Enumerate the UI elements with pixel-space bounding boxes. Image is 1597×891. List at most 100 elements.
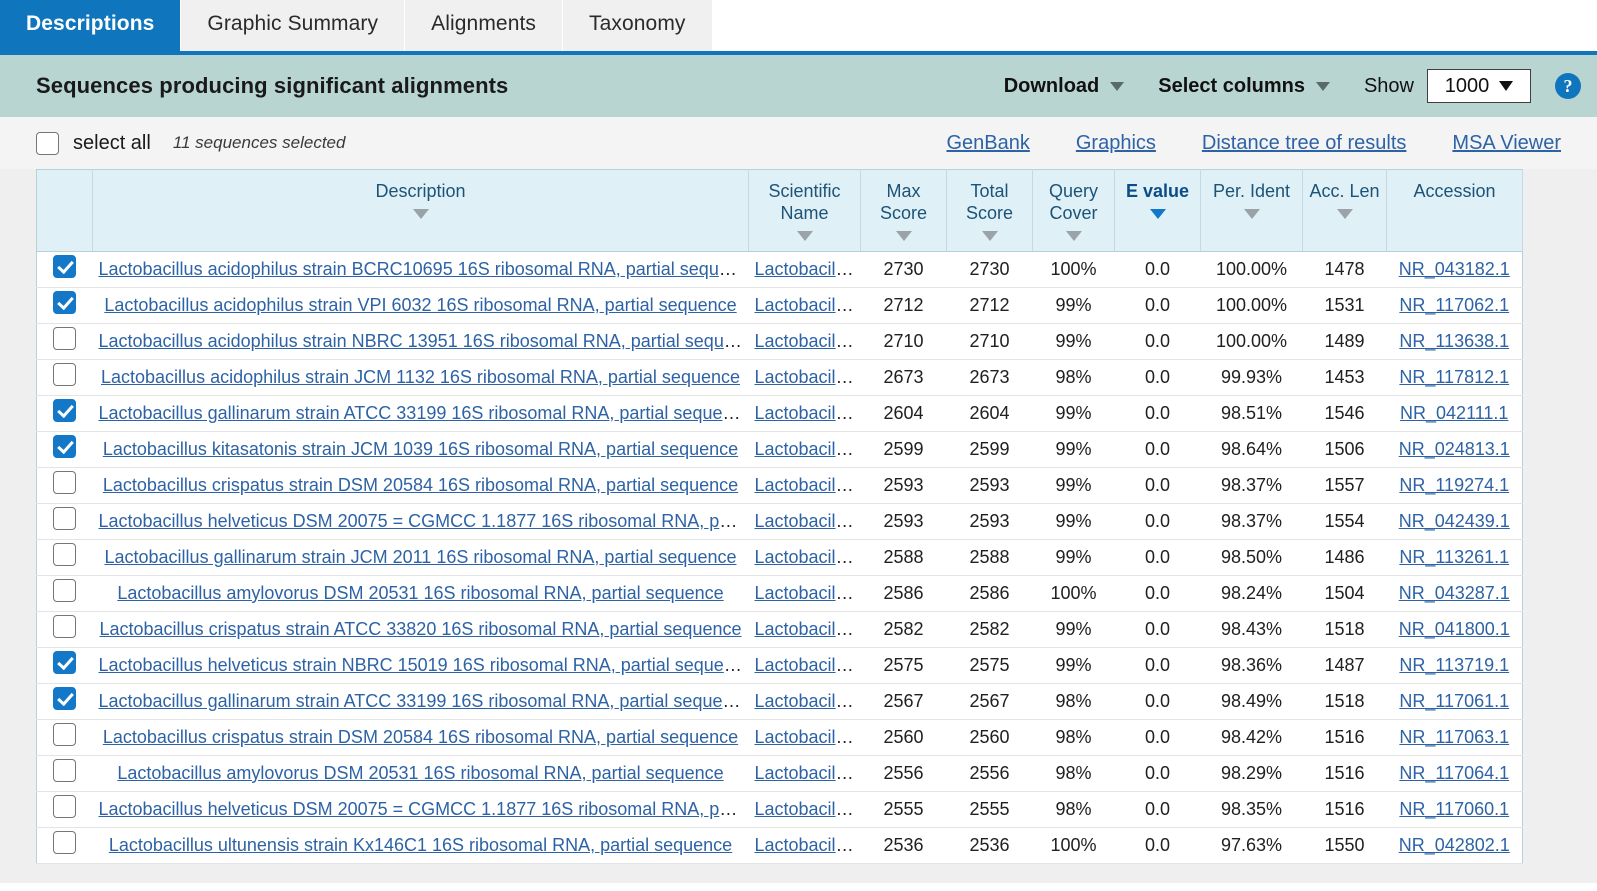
row-checkbox[interactable] (53, 435, 77, 459)
link-genbank[interactable]: GenBank (946, 132, 1029, 155)
scientific-name-link[interactable]: Lactobacillus… (755, 655, 861, 675)
accession-link[interactable]: NR_117060.1 (1399, 799, 1509, 819)
scientific-name-link[interactable]: Lactobacillus… (755, 403, 861, 423)
accession-link[interactable]: NR_042439.1 (1399, 511, 1510, 531)
description-link[interactable]: Lactobacillus amylovorus DSM 20531 16S r… (117, 763, 723, 783)
scientific-name-link[interactable]: Lactobacillus… (755, 763, 861, 783)
row-checkbox[interactable] (53, 327, 77, 351)
row-checkbox[interactable] (53, 363, 77, 387)
accession-link[interactable]: NR_043182.1 (1399, 259, 1510, 279)
row-checkbox[interactable] (53, 579, 77, 603)
scientific-name-link[interactable]: Lactobacillus… (755, 583, 861, 603)
row-checkbox[interactable] (53, 831, 77, 855)
description-link[interactable]: Lactobacillus acidophilus strain BCRC106… (99, 259, 749, 279)
accession-link[interactable]: NR_113638.1 (1399, 331, 1509, 351)
link-graphics[interactable]: Graphics (1076, 132, 1156, 155)
header-per-ident[interactable]: Per. Ident (1200, 169, 1303, 252)
row-checkbox[interactable] (53, 687, 77, 711)
sort-descending-icon[interactable] (1243, 208, 1260, 219)
description-link[interactable]: Lactobacillus acidophilus strain JCM 113… (101, 367, 740, 387)
description-link[interactable]: Lactobacillus ultunensis strain Kx146C1 … (109, 835, 732, 855)
sort-descending-icon[interactable] (981, 230, 998, 241)
sort-descending-icon[interactable] (895, 230, 912, 241)
scientific-name-link[interactable]: Lactobacillus… (755, 367, 861, 387)
accession-link[interactable]: NR_117812.1 (1399, 367, 1509, 387)
accession-link[interactable]: NR_113261.1 (1399, 547, 1509, 567)
sort-descending-icon[interactable] (1065, 230, 1082, 241)
description-link[interactable]: Lactobacillus helveticus DSM 20075 = CGM… (99, 799, 749, 819)
scientific-name-link[interactable]: Lactobacillus… (755, 547, 861, 567)
description-link[interactable]: Lactobacillus helveticus DSM 20075 = CGM… (99, 511, 749, 531)
scientific-name-link[interactable]: Lactobacillus… (755, 619, 861, 639)
row-checkbox[interactable] (53, 291, 77, 315)
accession-link[interactable]: NR_024813.1 (1399, 439, 1510, 459)
description-link[interactable]: Lactobacillus crispatus strain DSM 20584… (103, 475, 738, 495)
link-distance-tree[interactable]: Distance tree of results (1202, 132, 1407, 155)
row-checkbox[interactable] (53, 723, 77, 747)
row-checkbox[interactable] (53, 615, 77, 639)
help-icon[interactable]: ? (1555, 73, 1581, 99)
scientific-name-link[interactable]: Lactobacillus… (755, 691, 861, 711)
scientific-name-link[interactable]: Lactobacillus… (755, 835, 861, 855)
scientific-name-link[interactable]: Lactobacillus… (755, 331, 861, 351)
scientific-name-link[interactable]: Lactobacillus… (755, 475, 861, 495)
description-link[interactable]: Lactobacillus acidophilus strain VPI 603… (104, 295, 736, 315)
scientific-name-link[interactable]: Lactobacillus… (755, 295, 861, 315)
description-link[interactable]: Lactobacillus gallinarum strain ATCC 331… (99, 403, 749, 423)
row-checkbox[interactable] (53, 651, 77, 675)
scientific-name-link[interactable]: Lactobacillus… (755, 439, 861, 459)
cell-per-ident: 100.00% (1200, 323, 1303, 360)
accession-link[interactable]: NR_113719.1 (1399, 655, 1509, 675)
cell-max-score: 2712 (860, 287, 947, 324)
sort-descending-icon[interactable] (412, 208, 429, 219)
description-link[interactable]: Lactobacillus kitasatonis strain JCM 103… (103, 439, 738, 459)
accession-link[interactable]: NR_043287.1 (1399, 583, 1510, 603)
description-link[interactable]: Lactobacillus gallinarum strain JCM 2011… (105, 547, 737, 567)
description-link[interactable]: Lactobacillus amylovorus DSM 20531 16S r… (117, 583, 723, 603)
select-columns-menu[interactable]: Select columns (1158, 75, 1330, 98)
scientific-name-link[interactable]: Lactobacillus… (755, 799, 861, 819)
sort-descending-icon-active[interactable] (1149, 208, 1166, 219)
tab-graphic-summary[interactable]: Graphic Summary (181, 0, 406, 51)
header-description[interactable]: Description (92, 169, 749, 252)
description-link[interactable]: Lactobacillus crispatus strain DSM 20584… (103, 727, 738, 747)
cell-e-value: 0.0 (1114, 647, 1201, 684)
row-checkbox[interactable] (53, 759, 77, 783)
download-menu[interactable]: Download (1004, 75, 1125, 98)
accession-link[interactable]: NR_119274.1 (1399, 475, 1509, 495)
description-link[interactable]: Lactobacillus helveticus strain NBRC 150… (99, 655, 749, 675)
accession-link[interactable]: NR_042802.1 (1399, 835, 1510, 855)
row-checkbox[interactable] (53, 471, 77, 495)
description-link[interactable]: Lactobacillus gallinarum strain ATCC 331… (99, 691, 749, 711)
row-checkbox[interactable] (53, 507, 77, 531)
header-query-cover[interactable]: Query Cover (1032, 169, 1115, 252)
row-checkbox[interactable] (53, 795, 77, 819)
accession-link[interactable]: NR_042111.1 (1400, 403, 1508, 423)
header-e-value[interactable]: E value (1114, 169, 1201, 252)
accession-link[interactable]: NR_117064.1 (1399, 763, 1509, 783)
select-all-checkbox[interactable] (36, 131, 59, 155)
row-checkbox[interactable] (53, 399, 77, 423)
tab-descriptions[interactable]: Descriptions (0, 0, 182, 51)
accession-link[interactable]: NR_117061.1 (1399, 691, 1509, 711)
sort-descending-icon[interactable] (1336, 208, 1353, 219)
header-total-score[interactable]: Total Score (946, 169, 1033, 252)
row-checkbox[interactable] (53, 543, 77, 567)
row-checkbox[interactable] (53, 255, 77, 279)
header-acc-len[interactable]: Acc. Len (1302, 169, 1387, 252)
tab-alignments[interactable]: Alignments (405, 0, 564, 51)
link-msa-viewer[interactable]: MSA Viewer (1452, 132, 1561, 155)
header-max-score[interactable]: Max Score (860, 169, 947, 252)
scientific-name-link[interactable]: Lactobacillus… (755, 259, 861, 279)
accession-link[interactable]: NR_041800.1 (1399, 619, 1510, 639)
tab-taxonomy[interactable]: Taxonomy (563, 0, 713, 51)
scientific-name-link[interactable]: Lactobacillus… (755, 511, 861, 531)
header-scientific-name[interactable]: Scientific Name (748, 169, 861, 252)
sort-descending-icon[interactable] (796, 230, 813, 241)
show-count-select[interactable]: 1000 (1427, 69, 1531, 103)
description-link[interactable]: Lactobacillus crispatus strain ATCC 3382… (100, 619, 742, 639)
description-link[interactable]: Lactobacillus acidophilus strain NBRC 13… (99, 331, 749, 351)
scientific-name-link[interactable]: Lactobacillus… (755, 727, 861, 747)
accession-link[interactable]: NR_117063.1 (1399, 727, 1509, 747)
accession-link[interactable]: NR_117062.1 (1399, 295, 1509, 315)
